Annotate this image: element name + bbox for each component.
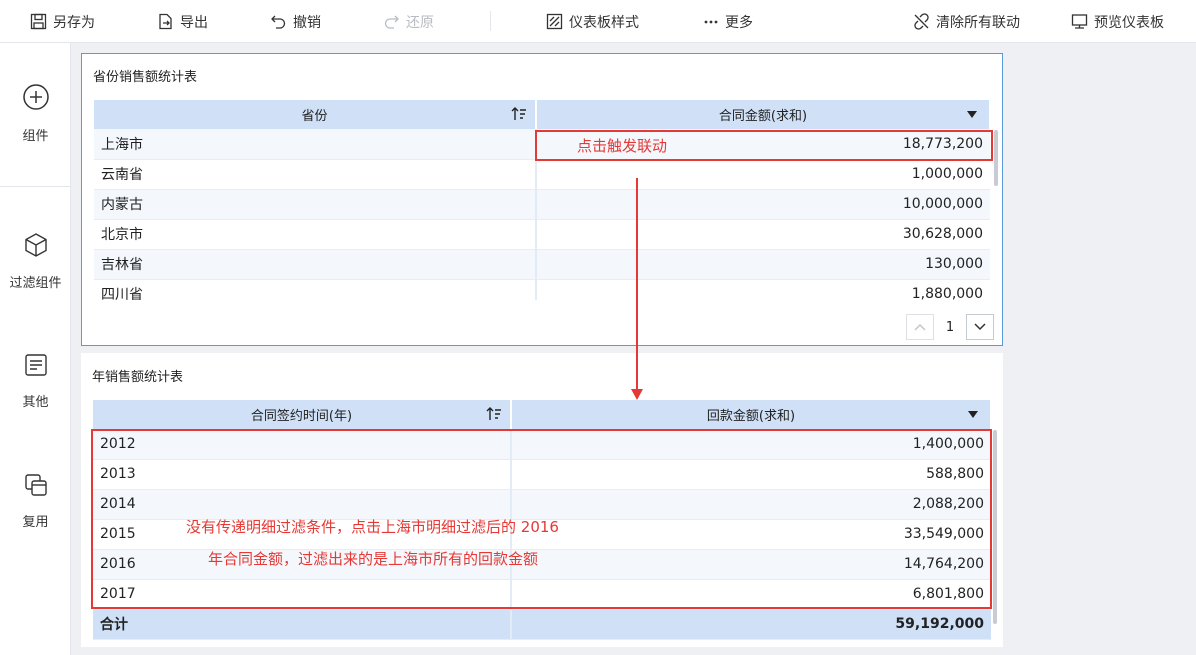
reuse-icon xyxy=(24,474,47,496)
undo-button[interactable]: 撤销 xyxy=(270,0,321,43)
rail-components-label: 组件 xyxy=(22,129,49,144)
prev-page-button[interactable] xyxy=(906,314,934,340)
add-circle-icon xyxy=(22,84,49,110)
toolbar-divider xyxy=(490,11,491,31)
more-label: 更多 xyxy=(725,14,753,31)
more-button[interactable]: 更多 xyxy=(703,0,753,43)
toolbar: 另存为 导出 撤销 还原 仪表板样式 更多 清除所有联动 预览仪表板 xyxy=(0,0,1196,43)
table-row[interactable]: 吉林省 130,000 xyxy=(94,249,990,280)
undo-icon xyxy=(271,15,286,29)
pagination: 1 xyxy=(906,314,994,340)
rail-divider xyxy=(0,186,71,187)
sort-icon[interactable] xyxy=(511,107,527,121)
undo-label: 撤销 xyxy=(293,14,321,31)
annotation-arrow xyxy=(636,178,638,390)
rail-reuse[interactable]: 复用 xyxy=(0,473,71,530)
sort-icon[interactable] xyxy=(486,407,502,421)
province-cell[interactable]: 内蒙古 xyxy=(94,189,537,220)
widget-title: 年销售额统计表 xyxy=(92,370,184,385)
click-hint-annotation: 点击触发联动 xyxy=(577,137,668,155)
column-header-province[interactable]: 省份 xyxy=(94,100,537,129)
redo-button[interactable]: 还原 xyxy=(383,0,434,43)
column-header-label: 合同签约时间(年) xyxy=(250,409,353,424)
more-icon xyxy=(704,20,718,24)
table-row[interactable]: 内蒙古 10,000,000 xyxy=(94,189,990,220)
rail-components[interactable]: 组件 xyxy=(0,83,71,144)
column-header-label: 回款金额(求和) xyxy=(706,409,796,424)
dashboard-style-label: 仪表板样式 xyxy=(569,14,639,31)
province-cell[interactable]: 吉林省 xyxy=(94,249,537,280)
amount-cell[interactable]: 30,628,000 xyxy=(536,219,990,250)
rail-reuse-label: 复用 xyxy=(22,515,49,530)
note-annotation-line2: 年合同金额，过滤出来的是上海市所有的回款金额 xyxy=(208,550,539,568)
dashboard-style-button[interactable]: 仪表板样式 xyxy=(546,0,639,43)
vertical-scrollbar[interactable] xyxy=(994,130,998,186)
column-header-label: 省份 xyxy=(301,109,328,124)
total-label: 合计 xyxy=(93,609,512,640)
arrow-head-icon xyxy=(631,389,643,400)
total-row: 合计 59,192,000 xyxy=(93,609,991,640)
widget-title: 省份销售额统计表 xyxy=(93,70,198,85)
dropdown-arrow-icon[interactable] xyxy=(967,111,977,118)
export-button[interactable]: 导出 xyxy=(157,0,208,43)
rail-filter-components[interactable]: 过滤组件 xyxy=(0,232,71,291)
column-header-label: 合同金额(求和) xyxy=(718,109,808,124)
chevron-up-icon xyxy=(914,323,926,331)
monitor-icon xyxy=(1071,14,1088,29)
style-icon xyxy=(546,13,563,30)
redo-icon xyxy=(384,15,399,29)
province-cell[interactable]: 上海市 xyxy=(94,129,537,160)
table-row[interactable]: 北京市 30,628,000 xyxy=(94,219,990,250)
left-rail: 组件 过滤组件 其他 复用 xyxy=(0,43,71,655)
province-cell[interactable]: 北京市 xyxy=(94,219,537,250)
province-cell[interactable]: 四川省 xyxy=(94,279,537,300)
table-row[interactable]: 云南省 1,000,000 xyxy=(94,159,990,190)
amount-cell[interactable]: 10,000,000 xyxy=(536,189,990,220)
next-page-button[interactable] xyxy=(966,314,994,340)
save-as-label: 另存为 xyxy=(53,14,95,31)
page-number: 1 xyxy=(945,319,955,335)
amount-cell[interactable]: 130,000 xyxy=(536,249,990,280)
export-icon xyxy=(159,13,172,30)
note-annotation-line1: 没有传递明细过滤条件，点击上海市明细过滤后的 2016 xyxy=(186,518,559,536)
amount-cell[interactable]: 1,880,000 xyxy=(536,279,990,300)
rail-others-label: 其他 xyxy=(22,395,49,410)
clear-links-label: 清除所有联动 xyxy=(936,14,1020,31)
preview-button[interactable]: 预览仪表板 xyxy=(1071,0,1164,43)
save-as-button[interactable]: 另存为 xyxy=(30,0,95,43)
rail-filter-label: 过滤组件 xyxy=(9,276,62,291)
chevron-down-icon xyxy=(974,323,986,331)
column-header-contract-year[interactable]: 合同签约时间(年) xyxy=(93,400,512,429)
rail-others[interactable]: 其他 xyxy=(0,353,71,410)
amount-cell[interactable]: 1,000,000 xyxy=(536,159,990,190)
vertical-scrollbar[interactable] xyxy=(993,430,997,624)
total-value: 59,192,000 xyxy=(511,609,991,640)
province-sales-widget[interactable]: 省份销售额统计表 省份 合同金额(求和) 上海市 18,773,200 云南省 … xyxy=(81,53,1003,346)
table-row[interactable]: 四川省 1,880,000 xyxy=(94,279,990,300)
dropdown-arrow-icon[interactable] xyxy=(968,411,978,418)
cube-icon xyxy=(24,233,47,257)
preview-label: 预览仪表板 xyxy=(1094,14,1164,31)
clear-links-button[interactable]: 清除所有联动 xyxy=(913,0,1020,43)
save-icon xyxy=(30,13,47,30)
export-label: 导出 xyxy=(180,14,208,31)
column-header-payment-amount[interactable]: 回款金额(求和) xyxy=(511,400,992,429)
province-cell[interactable]: 云南省 xyxy=(94,159,537,190)
unlink-icon xyxy=(914,13,929,30)
redo-label: 还原 xyxy=(406,14,434,31)
column-header-contract-amount[interactable]: 合同金额(求和) xyxy=(536,100,991,129)
note-icon xyxy=(24,354,47,376)
